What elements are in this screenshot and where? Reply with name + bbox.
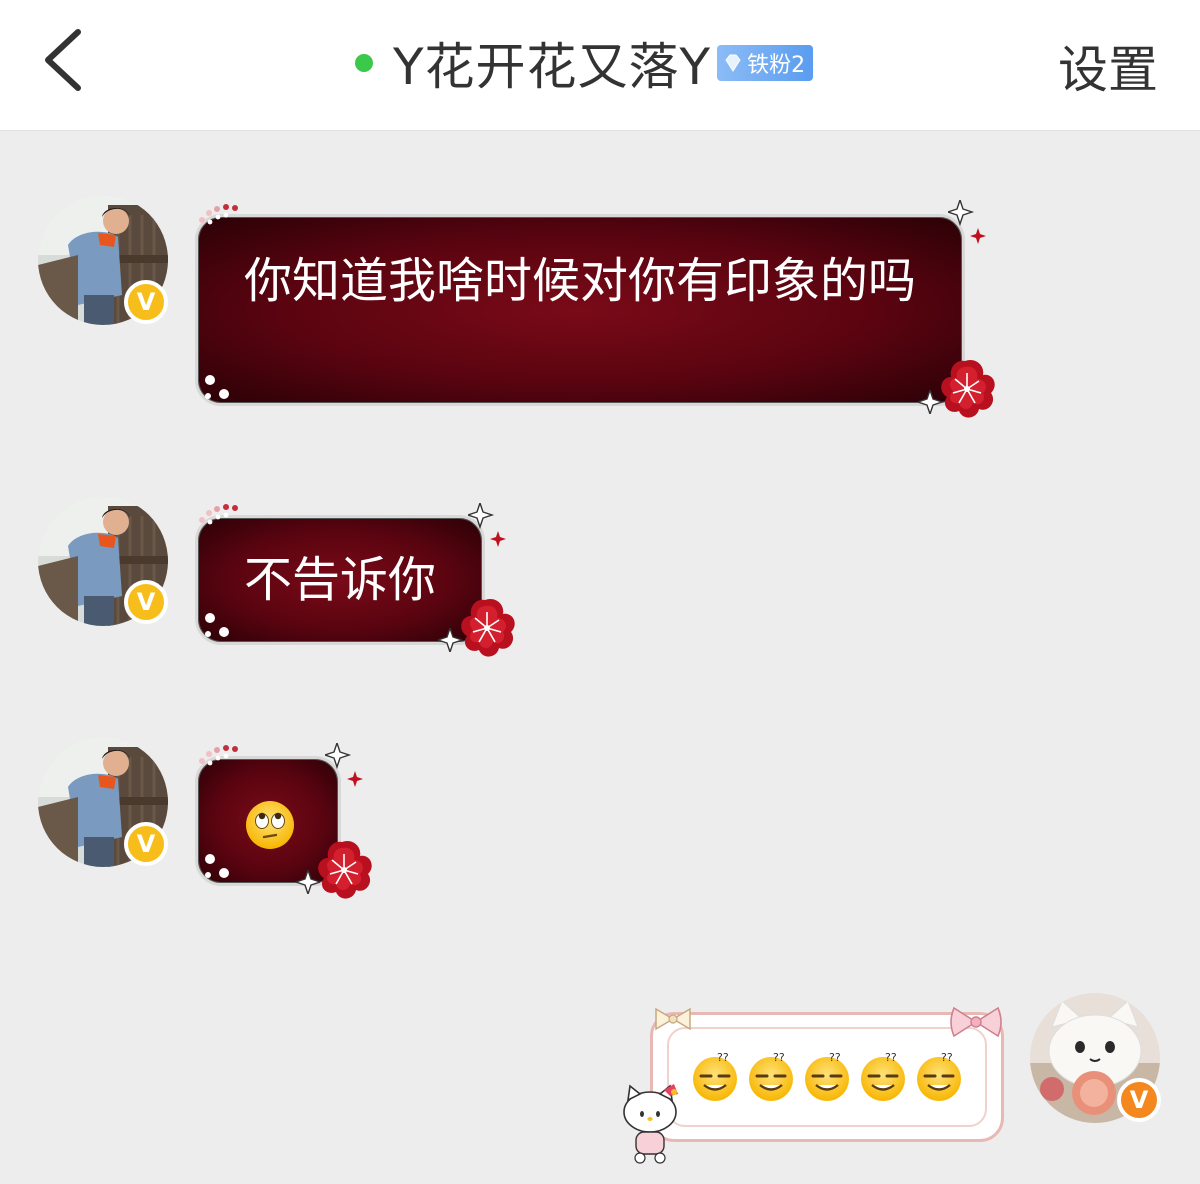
back-button[interactable] — [30, 22, 100, 102]
message-bubble[interactable] — [195, 756, 341, 886]
fan-level-badge: 铁粉2 — [717, 45, 814, 81]
chevron-left-icon — [45, 29, 81, 91]
squint-question-emoji-icon: ?? — [917, 1051, 961, 1101]
online-status-dot — [355, 54, 373, 72]
svg-text:??: ?? — [941, 1051, 953, 1064]
message-text: 不告诉你 — [244, 552, 437, 608]
chat-title-area[interactable]: Y花开花又落Y 铁粉2 — [355, 28, 814, 98]
verified-badge: V — [124, 822, 168, 866]
verified-badge: V — [124, 280, 168, 324]
message-bubble[interactable]: 不告诉你 — [195, 515, 485, 645]
contact-name: Y花开花又落Y — [393, 38, 712, 96]
svg-text:??: ?? — [829, 1051, 841, 1064]
svg-text:??: ?? — [885, 1051, 897, 1064]
sent-message-bubble[interactable]: ?? ?? ?? ?? ?? — [650, 1012, 1004, 1142]
emoji-row: ?? ?? ?? ?? ?? — [667, 1027, 987, 1127]
squint-question-emoji-icon: ?? — [805, 1051, 849, 1101]
svg-text:??: ?? — [717, 1051, 729, 1064]
fan-badge-label: 铁粉2 — [747, 53, 806, 78]
verified-badge: V — [124, 580, 168, 624]
squint-question-emoji-icon: ?? — [749, 1051, 793, 1101]
message-text: 你知道我啥时候对你有印象的吗 — [244, 253, 917, 309]
diamond-icon — [725, 54, 741, 72]
settings-button[interactable]: 设置 — [1058, 30, 1158, 102]
chat-header: Y花开花又落Y 铁粉2 设置 — [0, 0, 1200, 131]
message-bubble[interactable]: 你知道我啥时候对你有印象的吗 — [195, 214, 965, 406]
squint-question-emoji-icon: ?? — [693, 1051, 737, 1101]
eye-roll-emoji-icon — [246, 801, 294, 849]
verified-badge: V — [1117, 1078, 1161, 1122]
squint-question-emoji-icon: ?? — [861, 1051, 905, 1101]
svg-text:??: ?? — [773, 1051, 785, 1064]
